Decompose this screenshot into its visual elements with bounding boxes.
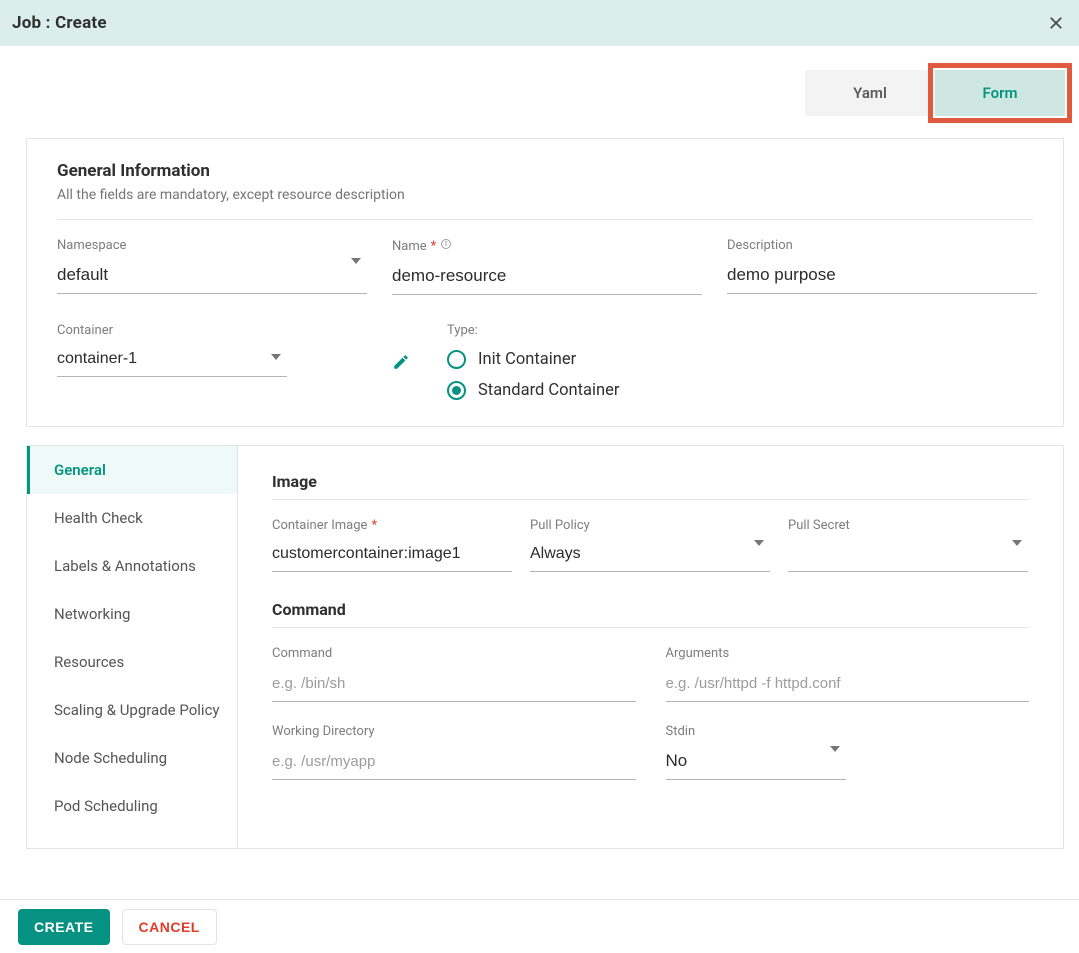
- description-field: Description: [727, 238, 1037, 295]
- image-section-title: Image: [272, 472, 1029, 491]
- arguments-label: Arguments: [666, 646, 1030, 661]
- pencil-icon[interactable]: [392, 353, 422, 375]
- sidebar-item-labels-annotations[interactable]: Labels & Annotations: [27, 542, 237, 590]
- tab-form[interactable]: Form: [935, 70, 1065, 116]
- detail-panel: General Health Check Labels & Annotation…: [26, 445, 1064, 849]
- general-info-card: General Information All the fields are m…: [26, 138, 1064, 427]
- workdir-label: Working Directory: [272, 724, 636, 739]
- namespace-label: Namespace: [57, 238, 367, 253]
- pull-policy-label: Pull Policy: [530, 518, 770, 533]
- container-label: Container: [57, 323, 367, 338]
- workdir-field: Working Directory: [272, 724, 636, 780]
- description-input[interactable]: [727, 259, 1037, 294]
- command-section-title: Command: [272, 600, 1029, 619]
- pull-secret-select[interactable]: [788, 539, 1028, 572]
- detail-sidebar: General Health Check Labels & Annotation…: [27, 446, 238, 848]
- namespace-select[interactable]: [57, 259, 367, 294]
- namespace-field: Namespace: [57, 238, 367, 295]
- type-group: Type: Init Container Standard Container: [447, 323, 1033, 400]
- close-icon[interactable]: [1047, 14, 1065, 32]
- pull-secret-label: Pull Secret: [788, 518, 1028, 533]
- required-mark: *: [371, 518, 377, 533]
- title-bar: Job : Create: [0, 0, 1079, 46]
- sidebar-item-pod-scheduling[interactable]: Pod Scheduling: [27, 782, 237, 830]
- cancel-button[interactable]: CANCEL: [122, 909, 217, 945]
- container-image-input[interactable]: [272, 539, 512, 572]
- sidebar-item-node-scheduling[interactable]: Node Scheduling: [27, 734, 237, 782]
- stdin-field: Stdin: [666, 724, 846, 780]
- detail-main: Image Container Image * Pull Policy Pull…: [238, 446, 1063, 848]
- info-icon[interactable]: [440, 238, 452, 254]
- radio-init-container[interactable]: Init Container: [447, 350, 1033, 369]
- name-label: Name *: [392, 238, 702, 254]
- type-label: Type:: [447, 323, 1033, 338]
- pull-policy-field: Pull Policy: [530, 518, 770, 572]
- arguments-field: Arguments: [666, 646, 1030, 702]
- stdin-select[interactable]: [666, 745, 846, 780]
- footer: CREATE CANCEL: [0, 899, 1079, 953]
- radio-icon: [447, 350, 466, 369]
- sidebar-item-networking[interactable]: Networking: [27, 590, 237, 638]
- sidebar-item-scaling-upgrade[interactable]: Scaling & Upgrade Policy: [27, 686, 237, 734]
- create-button[interactable]: CREATE: [18, 909, 110, 945]
- pull-policy-select[interactable]: [530, 539, 770, 572]
- tabs-row: Yaml Form: [0, 46, 1079, 116]
- radio-icon: [447, 381, 466, 400]
- container-field: Container: [57, 323, 367, 377]
- stdin-label: Stdin: [666, 724, 846, 739]
- page-title: Job : Create: [12, 13, 107, 33]
- description-label: Description: [727, 238, 1037, 253]
- sidebar-item-health-check[interactable]: Health Check: [27, 494, 237, 542]
- container-image-field: Container Image *: [272, 518, 512, 572]
- container-select[interactable]: [57, 344, 287, 377]
- sidebar-item-general[interactable]: General: [27, 446, 237, 494]
- arguments-input[interactable]: [666, 667, 1030, 702]
- section-sub-general: All the fields are mandatory, except res…: [57, 187, 1033, 203]
- command-label: Command: [272, 646, 636, 661]
- sidebar-item-resources[interactable]: Resources: [27, 638, 237, 686]
- section-title-general: General Information: [57, 161, 1033, 181]
- pull-secret-field: Pull Secret: [788, 518, 1028, 572]
- tab-yaml[interactable]: Yaml: [805, 70, 935, 116]
- command-input[interactable]: [272, 667, 636, 702]
- name-input[interactable]: [392, 260, 702, 295]
- name-field: Name *: [392, 238, 702, 295]
- radio-standard-container[interactable]: Standard Container: [447, 381, 1033, 400]
- command-field: Command: [272, 646, 636, 702]
- required-mark: *: [431, 239, 437, 254]
- workdir-input[interactable]: [272, 745, 636, 780]
